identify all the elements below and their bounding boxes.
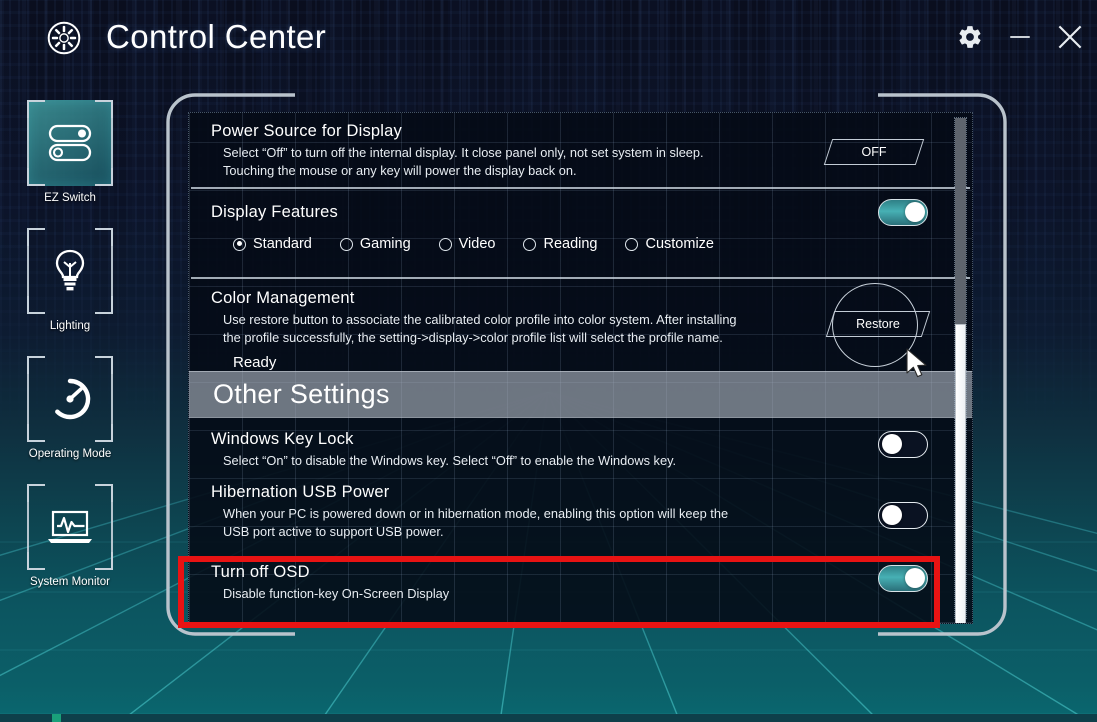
- setting-title: Display Features: [211, 203, 338, 221]
- setting-display-features: Display Features Standard Gaming Video R…: [189, 189, 972, 277]
- aperture-icon: [47, 21, 81, 55]
- settings-panel: Power Source for Display Select “Off” to…: [188, 112, 973, 624]
- button-label: Restore: [856, 317, 900, 331]
- display-features-toggle[interactable]: [878, 199, 928, 226]
- taskbar-indicator: [52, 714, 61, 722]
- setting-title: Hibernation USB Power: [211, 483, 390, 501]
- scrollbar-thumb[interactable]: [955, 324, 966, 623]
- close-icon: [1058, 25, 1082, 49]
- window-controls: [955, 22, 1085, 52]
- color-restore-button[interactable]: Restore: [825, 311, 931, 337]
- setting-description-line-1: When your PC is powered down or in hiber…: [223, 506, 729, 521]
- sidebar-item-label: System Monitor: [30, 576, 110, 588]
- setting-turn-off-osd: Turn off OSD Disable function-key On-Scr…: [189, 551, 972, 613]
- sidebar-item-operating-mode[interactable]: Operating Mode: [20, 356, 120, 460]
- title-bar: Control Center: [0, 0, 1097, 72]
- lighting-icon-frame: [27, 228, 113, 314]
- lightbulb-icon: [55, 249, 85, 291]
- radio-label: Video: [458, 236, 496, 252]
- toggle-knob: [904, 568, 925, 588]
- sidebar-item-system-monitor[interactable]: System Monitor: [20, 484, 120, 588]
- setting-title: Windows Key Lock: [211, 430, 354, 448]
- setting-hibernation-usb-power: Hibernation USB Power When your PC is po…: [189, 477, 972, 551]
- mouse-pointer-icon: [906, 348, 927, 378]
- minimize-icon: [1010, 36, 1030, 38]
- setting-windows-key-lock: Windows Key Lock Select “On” to disable …: [189, 418, 972, 477]
- app-window: Control Center EZ Switch Lighting Operat…: [0, 0, 1097, 722]
- setting-power-source-for-display: Power Source for Display Select “Off” to…: [189, 113, 972, 187]
- setting-title: Turn off OSD: [211, 563, 310, 581]
- radio-standard[interactable]: Standard: [233, 236, 312, 252]
- vertical-scrollbar[interactable]: [954, 117, 967, 623]
- setting-description: Select “On” to disable the Windows key. …: [223, 453, 677, 468]
- radio-label: Standard: [253, 236, 312, 252]
- radio-gaming[interactable]: Gaming: [339, 236, 411, 252]
- radio-reading[interactable]: Reading: [523, 236, 597, 252]
- sidebar-item-ez-switch[interactable]: EZ Switch: [20, 100, 120, 204]
- close-button[interactable]: [1055, 22, 1085, 52]
- turn-off-osd-toggle[interactable]: [878, 565, 928, 592]
- radio-video[interactable]: Video: [438, 236, 496, 252]
- button-label: OFF: [861, 145, 887, 159]
- ez-switch-icon: [48, 124, 92, 162]
- laptop-pulse-icon: [48, 510, 92, 543]
- radio-dot: [233, 237, 246, 251]
- sidebar-item-label: EZ Switch: [44, 192, 96, 204]
- banner-title: Other Settings: [213, 379, 390, 409]
- toggle-knob: [881, 505, 902, 525]
- toggle-knob: [904, 202, 925, 222]
- settings-content: Power Source for Display Select “Off” to…: [189, 113, 972, 613]
- sidebar-item-lighting[interactable]: Lighting: [20, 228, 120, 332]
- radio-dot: [523, 237, 537, 251]
- minimize-button[interactable]: [1005, 22, 1035, 52]
- page-title: Control Center: [106, 18, 327, 55]
- radio-label: Gaming: [359, 236, 411, 252]
- setting-color-management: Color Management Use restore button to a…: [189, 279, 972, 371]
- sidebar-item-label: Lighting: [49, 320, 91, 332]
- radio-label: Reading: [543, 236, 598, 252]
- windows-key-lock-toggle[interactable]: [878, 431, 928, 458]
- hibernation-usb-power-toggle[interactable]: [878, 502, 928, 529]
- radio-customize[interactable]: Customize: [625, 236, 714, 252]
- sidebar: EZ Switch Lighting Operating Mode System…: [20, 100, 120, 612]
- settings-button[interactable]: [955, 22, 985, 52]
- other-settings-banner: Other Settings: [189, 371, 972, 418]
- gauge-icon: [55, 378, 91, 420]
- setting-description: Disable function-key On-Screen Display: [223, 586, 450, 601]
- radio-dot: [438, 237, 452, 251]
- radio-label: Customize: [645, 236, 714, 252]
- sidebar-item-label: Operating Mode: [28, 448, 112, 460]
- operating-mode-icon-frame: [27, 356, 113, 442]
- radio-dot: [339, 237, 353, 251]
- taskbar-sliver: [0, 714, 1097, 722]
- radio-dot: [625, 237, 639, 251]
- gear-icon: [959, 26, 981, 48]
- display-features-options: Standard Gaming Video Reading Customize: [233, 236, 950, 252]
- toggle-knob: [881, 434, 902, 454]
- setting-description-line-2: USB port active to support USB power.: [223, 523, 444, 539]
- ez-switch-icon-frame: [27, 100, 113, 186]
- power-source-off-button[interactable]: OFF: [823, 139, 925, 165]
- system-monitor-icon-frame: [27, 484, 113, 570]
